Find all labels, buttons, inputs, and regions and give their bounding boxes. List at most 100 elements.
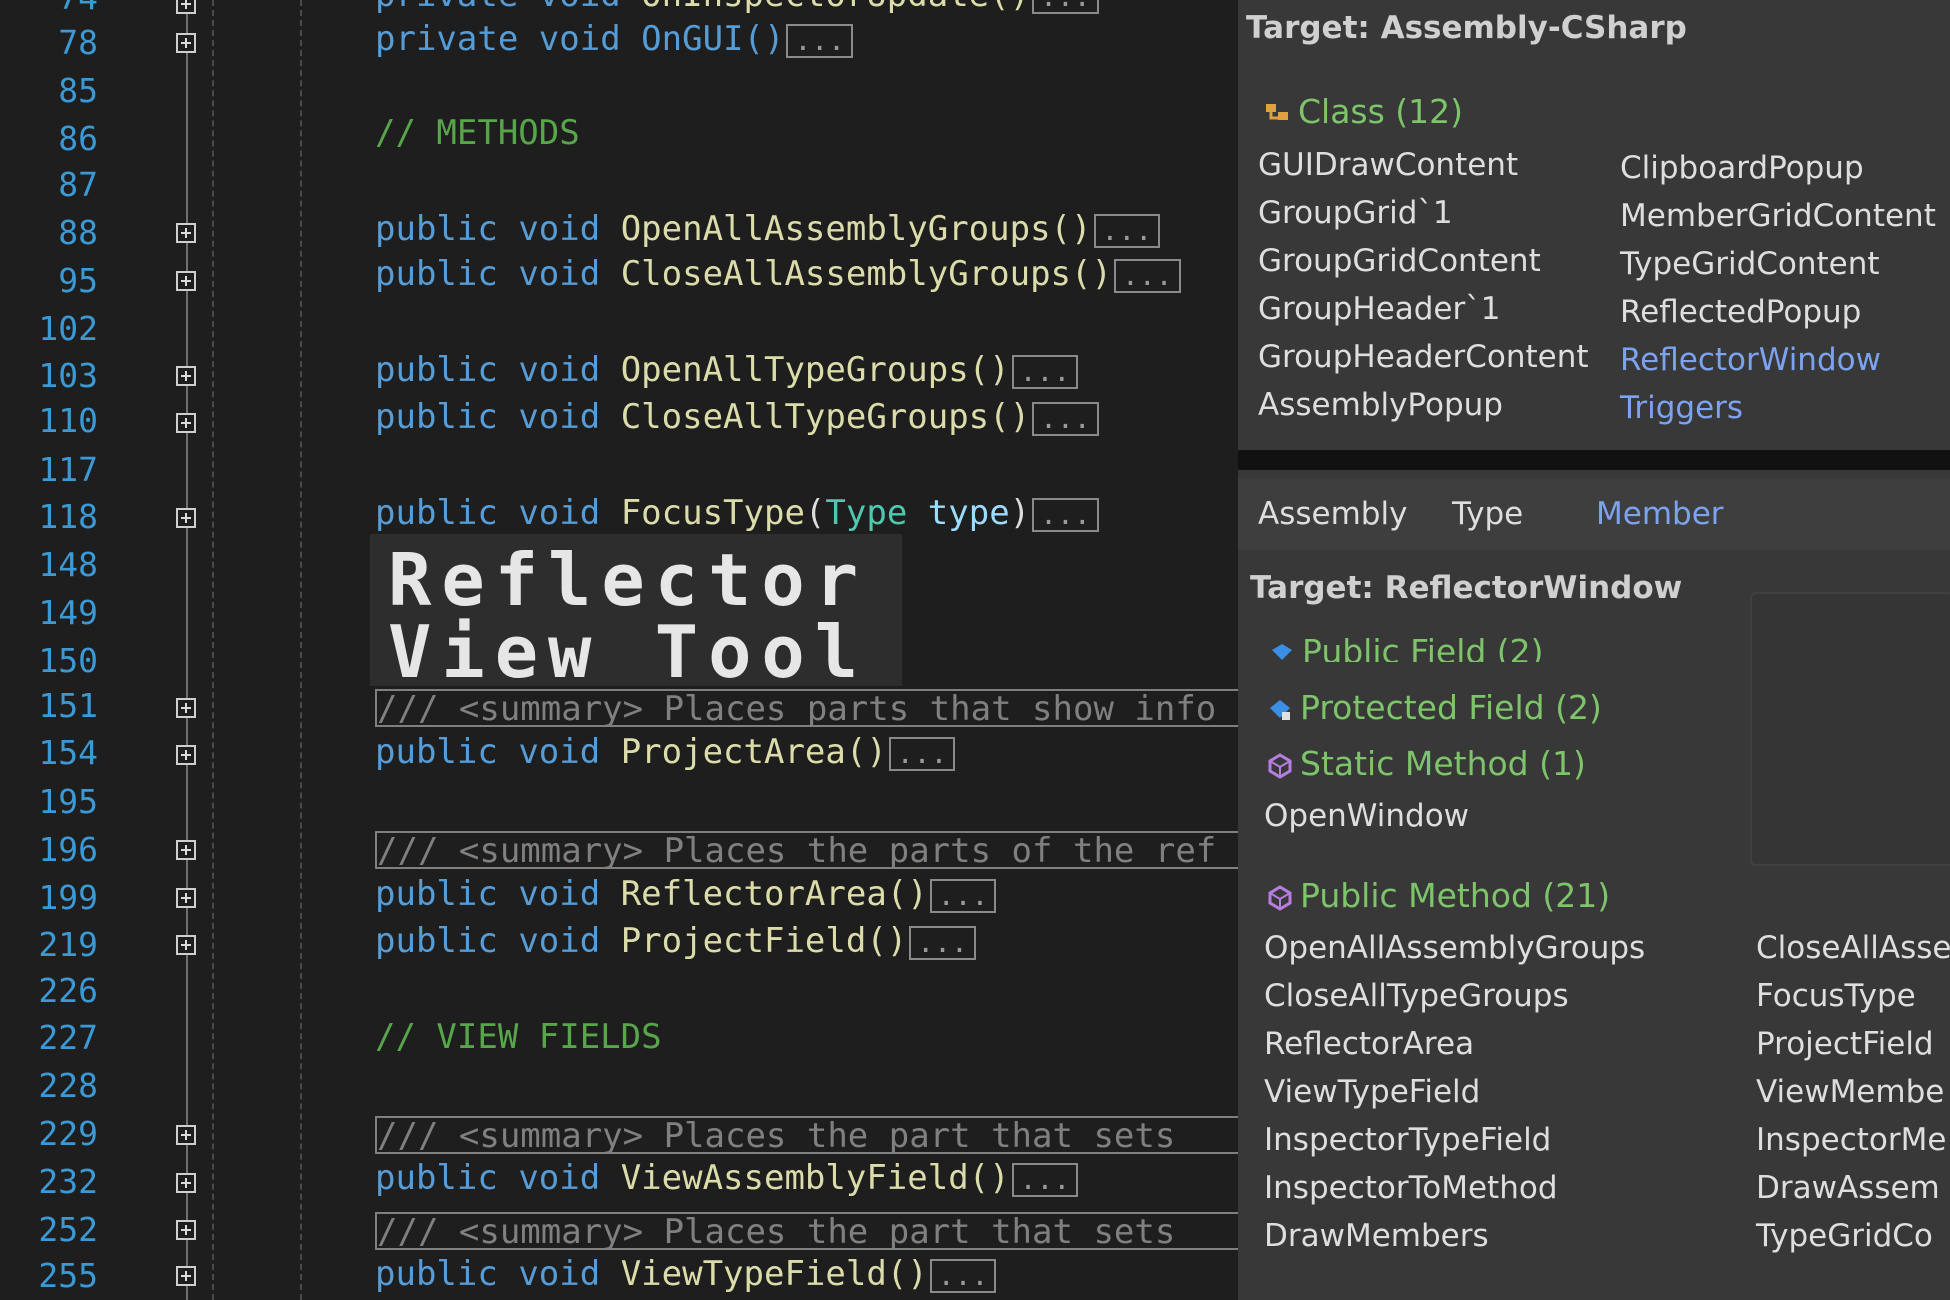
class-item[interactable]: TypeGridContent — [1620, 246, 1880, 282]
expand-plus-icon[interactable] — [176, 1266, 196, 1286]
member-item[interactable]: OpenWindow — [1264, 798, 1469, 834]
member-item[interactable]: ReflectorArea — [1264, 1026, 1474, 1062]
line-number: 154 — [38, 733, 98, 772]
expand-plus-icon[interactable] — [176, 888, 196, 908]
collapsed-region[interactable]: ... — [909, 925, 976, 960]
code-line[interactable]: public void OpenAllAssemblyGroups()... — [375, 208, 1161, 250]
keyword: public — [375, 350, 498, 390]
class-item[interactable]: GroupGrid`1 — [1258, 195, 1453, 231]
target-label: Target: ReflectorWindow — [1250, 570, 1683, 606]
member-item[interactable]: InspectorToMethod — [1264, 1170, 1558, 1206]
member-item[interactable]: FocusType — [1756, 978, 1916, 1014]
line-number: 148 — [38, 545, 98, 584]
code-line[interactable]: public void OpenAllTypeGroups()... — [375, 349, 1079, 391]
member-item[interactable]: InspectorTypeField — [1264, 1122, 1551, 1158]
line-number: 151 — [38, 686, 98, 725]
code-line[interactable]: private void OnInspectorUpdate()... — [375, 0, 1099, 16]
class-category-header[interactable]: Class (12) — [1264, 92, 1463, 131]
expand-plus-icon[interactable] — [176, 271, 196, 291]
member-item[interactable]: DrawAssem — [1756, 1170, 1940, 1206]
keyword: public — [375, 1254, 498, 1294]
expand-plus-icon[interactable] — [176, 0, 196, 14]
code-line[interactable]: public void ProjectArea()... — [375, 731, 956, 773]
line-number: 149 — [38, 593, 98, 632]
class-item[interactable]: GroupHeader`1 — [1258, 291, 1500, 327]
collapsed-region[interactable]: ... — [1011, 1162, 1079, 1197]
collapsed-region[interactable]: ... — [929, 1258, 997, 1293]
line-number: 196 — [38, 830, 98, 869]
expand-plus-icon[interactable] — [176, 840, 196, 860]
member-item[interactable]: DrawMembers — [1264, 1218, 1489, 1254]
member-item[interactable]: TypeGridCo — [1756, 1218, 1933, 1254]
keyword: void — [518, 254, 601, 294]
static-method-category-header[interactable]: Static Method (1) — [1266, 744, 1586, 783]
method-name: OnGUI() — [641, 19, 785, 59]
parameter-name: type — [927, 493, 1010, 533]
class-item-link[interactable]: Triggers — [1620, 390, 1743, 426]
collapsed-region[interactable]: ... — [1011, 354, 1079, 389]
public-field-category-header[interactable]: Public Field (2) — [1268, 632, 1544, 662]
expand-plus-icon[interactable] — [176, 745, 196, 765]
member-item[interactable]: ProjectField — [1756, 1026, 1934, 1062]
method-name: ProjectArea() — [620, 732, 887, 772]
expand-plus-icon[interactable] — [176, 33, 196, 53]
collapsed-region[interactable]: ... — [1093, 213, 1161, 248]
expand-plus-icon[interactable] — [176, 366, 196, 386]
member-item[interactable]: CloseAllTypeGroups — [1264, 978, 1569, 1014]
code-line[interactable]: public void CloseAllTypeGroups()... — [375, 396, 1099, 438]
code-line[interactable]: public void ReflectorArea()... — [375, 873, 997, 915]
method-name: ViewAssemblyField() — [620, 1158, 1010, 1198]
code-line[interactable]: public void ProjectField()... — [375, 920, 976, 962]
collapsed-region[interactable]: ... — [786, 23, 854, 58]
line-number: 74 — [0, 0, 98, 18]
summary-comment[interactable]: /// <summary> Places the part that sets — [375, 1212, 1238, 1250]
member-item[interactable]: OpenAllAssemblyGroups — [1264, 930, 1645, 966]
tab-member[interactable]: Member — [1596, 496, 1724, 532]
collapsed-region[interactable]: ... — [1032, 497, 1099, 532]
member-item[interactable]: ViewMembe — [1756, 1074, 1944, 1110]
info-box — [1750, 592, 1950, 866]
class-item-selected[interactable]: ReflectorWindow — [1620, 342, 1881, 378]
expand-plus-icon[interactable] — [176, 223, 196, 243]
expand-plus-icon[interactable] — [176, 413, 196, 433]
summary-comment[interactable]: /// <summary> Places the part that sets — [375, 1116, 1238, 1154]
collapsed-region[interactable]: ... — [1113, 258, 1181, 293]
expand-plus-icon[interactable] — [176, 508, 196, 528]
expand-plus-icon[interactable] — [176, 698, 196, 718]
expand-plus-icon[interactable] — [176, 1125, 196, 1145]
overlay-title-line1: Reflector — [388, 538, 869, 622]
class-item[interactable]: AssemblyPopup — [1258, 387, 1503, 423]
collapsed-region[interactable]: ... — [1032, 401, 1099, 436]
public-method-category-header[interactable]: Public Method (21) — [1266, 876, 1610, 915]
collapsed-region[interactable]: ... — [929, 878, 997, 913]
class-item[interactable]: GroupHeaderContent — [1258, 339, 1589, 375]
expand-plus-icon[interactable] — [176, 1220, 196, 1240]
keyword: void — [518, 1254, 601, 1294]
class-item[interactable]: ReflectedPopup — [1620, 294, 1861, 330]
collapsed-region[interactable]: ... — [1032, 0, 1099, 14]
tab-type[interactable]: Type — [1452, 496, 1523, 532]
class-item[interactable]: GroupGridContent — [1258, 243, 1541, 279]
member-item[interactable]: ViewTypeField — [1264, 1074, 1480, 1110]
code-line[interactable]: private void OnGUI()... — [375, 18, 854, 60]
class-item[interactable]: GUIDrawContent — [1258, 147, 1518, 183]
static-method-icon — [1268, 752, 1292, 779]
code-line[interactable]: public void FocusType(Type type)... — [375, 492, 1099, 534]
protected-field-category-header[interactable]: Protected Field (2) — [1266, 688, 1602, 727]
summary-comment[interactable]: /// <summary> Places the parts of the re… — [375, 831, 1238, 869]
code-editor[interactable]: 74 78 85 86 87 88 95 102 103 110 117 118… — [0, 0, 1238, 1300]
collapsed-region[interactable]: ... — [888, 736, 956, 771]
code-line[interactable]: public void ViewTypeField()... — [375, 1253, 997, 1295]
member-item[interactable]: InspectorMe — [1756, 1122, 1946, 1158]
class-item[interactable]: MemberGridContent — [1620, 198, 1936, 234]
expand-plus-icon[interactable] — [176, 1173, 196, 1193]
code-line[interactable]: public void ViewAssemblyField()... — [375, 1157, 1079, 1199]
keyword: void — [518, 874, 601, 914]
class-item[interactable]: ClipboardPopup — [1620, 150, 1864, 186]
line-number: 232 — [38, 1162, 98, 1201]
tab-assembly[interactable]: Assembly — [1258, 496, 1407, 532]
member-item[interactable]: CloseAllAsse — [1756, 930, 1950, 966]
code-line[interactable]: public void CloseAllAssemblyGroups()... — [375, 253, 1181, 295]
expand-plus-icon[interactable] — [176, 935, 196, 955]
summary-comment[interactable]: /// <summary> Places parts that show inf… — [375, 689, 1238, 727]
